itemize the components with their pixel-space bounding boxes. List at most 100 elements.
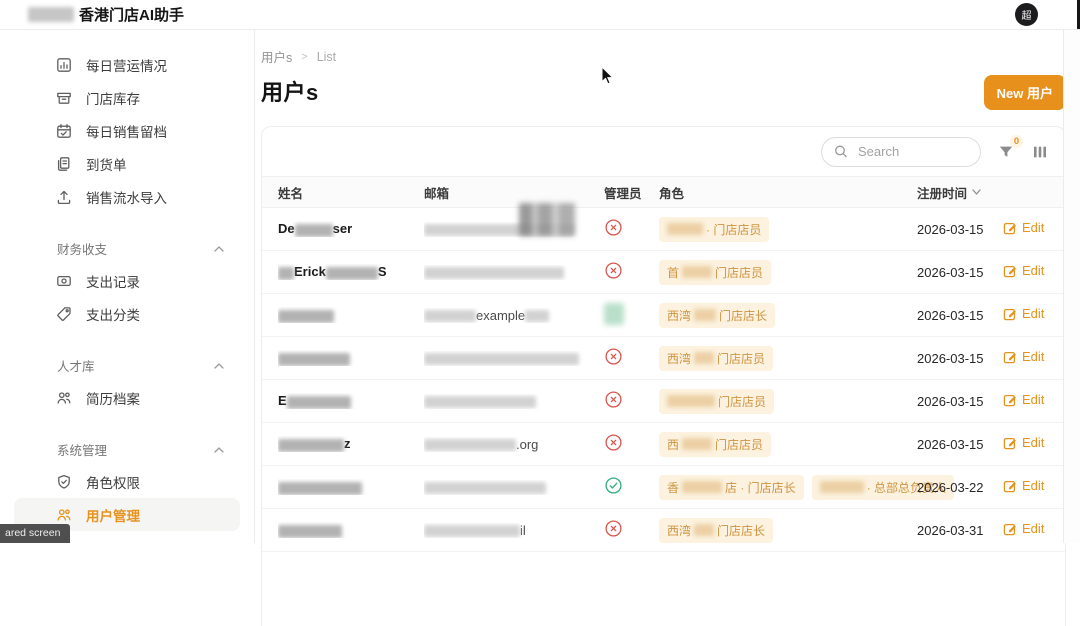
edit-pencil-icon [1003,436,1017,450]
registered-date: 2026-03-15 [917,394,984,409]
filter-button[interactable]: 0 [997,143,1015,161]
sidebar-section-title: 系统管理 [57,440,107,459]
column-header-email: 邮箱 [424,183,604,202]
column-header-role: 角色 [659,183,917,202]
user-avatar[interactable]: 超 [1015,3,1038,26]
registered-date: 2026-03-15 [917,222,984,237]
upload-icon [55,188,73,206]
sidebar-item-daily-operations[interactable]: 每日营运情况 [14,48,240,81]
role-badge: 首门店店员 [659,260,771,285]
scrollbar-gutter[interactable] [1063,30,1080,543]
edit-pencil-icon [1003,522,1017,536]
sidebar-item-role-permissions[interactable]: 角色权限 [14,465,240,498]
sort-chevron-down-icon [972,189,981,195]
sidebar-section-finance[interactable]: 财务收支 [14,239,240,258]
sidebar-item-arrival-notes[interactable]: 到货单 [14,147,240,180]
search-input[interactable] [856,143,968,160]
table-toolbar: 0 [262,127,1065,176]
redacted-name [278,525,342,538]
registered-date: 2026-03-31 [917,523,984,538]
column-header-registered[interactable]: 注册时间 [917,183,1003,202]
admin-cross-icon [604,390,623,409]
new-user-button[interactable]: New 用户 [984,75,1066,110]
redacted-store-name [694,524,714,536]
filter-count-badge: 0 [1010,135,1023,148]
edit-button[interactable]: Edit [1003,220,1044,235]
sidebar-item-label: 销售流水导入 [86,187,167,207]
edit-button[interactable]: Edit [1003,263,1044,278]
sidebar-item-label: 支出分类 [86,304,140,324]
sidebar-item-store-inventory[interactable]: 门店库存 [14,81,240,114]
redacted-email [424,310,476,322]
edit-button[interactable]: Edit [1003,435,1044,450]
sidebar-item-expense-categories[interactable]: 支出分类 [14,297,240,330]
admin-cross-icon [604,261,623,280]
role-badge: 西湾门店店长 [659,518,773,543]
calendar-icon [55,122,73,140]
redacted-name [295,224,333,237]
edit-button[interactable]: Edit [1003,349,1044,364]
admin-cross-icon [604,433,623,452]
sidebar: 每日营运情况 门店库存 每日销售留档 到货单 销售流水导入 财务收支 支出记录 [0,30,255,543]
redacted-overlay [519,203,575,236]
table-row: example 西湾门店店长 2026-03-15 Edit [262,294,1065,337]
table-row: Deser · 门店店员 2026-03-15 Edit [262,208,1065,251]
role-badge: · 门店店员 [659,217,769,242]
edit-button[interactable]: Edit [1003,478,1044,493]
edit-button[interactable]: Edit [1003,392,1044,407]
table-header-row: 姓名 邮箱 管理员 角色 注册时间 [262,176,1065,208]
redacted-name [287,396,351,409]
chevron-up-icon [214,246,224,252]
admin-check-icon [604,476,623,495]
users-table-card: 0 姓名 邮箱 管理员 角色 注册时间 Deser [261,126,1066,626]
role-badge: 香店 · 门店店长 [659,475,804,500]
receipt-icon [55,155,73,173]
registered-date: 2026-03-15 [917,308,984,323]
edit-pencil-icon [1003,307,1017,321]
redacted-name [278,267,294,280]
registered-date: 2026-03-22 [917,480,984,495]
sidebar-item-label: 用户管理 [86,505,140,525]
redacted-store-name [667,395,715,407]
tag-icon [55,305,73,323]
sidebar-item-resume-archive[interactable]: 简历档案 [14,381,240,414]
role-badge: 西湾门店店长 [659,303,775,328]
edit-pencil-icon [1003,479,1017,493]
column-header-admin: 管理员 [604,183,659,202]
registered-date: 2026-03-15 [917,265,984,280]
redacted-store-name [682,438,712,450]
shield-icon [55,473,73,491]
columns-icon[interactable] [1031,143,1049,161]
admin-cross-icon [604,218,623,237]
breadcrumb-current: List [317,50,336,64]
table-row: il 西湾门店店长 2026-03-31 Edit [262,509,1065,552]
edit-pencil-icon [1003,221,1017,235]
column-header-name: 姓名 [278,183,424,202]
redacted-name [278,482,362,495]
sidebar-section-system[interactable]: 系统管理 [14,440,240,459]
mouse-cursor [601,66,615,91]
redacted-name [278,353,350,366]
expense-record-icon [55,272,73,290]
redacted-store-name [694,309,716,321]
breadcrumb: 用户s > List [261,47,1066,66]
sidebar-item-label: 每日销售留档 [86,121,167,141]
sidebar-item-sales-import[interactable]: 销售流水导入 [14,180,240,213]
search-box[interactable] [821,137,981,167]
sidebar-section-title: 财务收支 [57,239,107,258]
edit-pencil-icon [1003,350,1017,364]
role-badge: 门店店员 [659,389,774,414]
chevron-up-icon [214,447,224,453]
edit-button[interactable]: Edit [1003,306,1044,321]
breadcrumb-root[interactable]: 用户s [261,47,292,66]
sidebar-item-label: 门店库存 [86,88,140,108]
breadcrumb-separator: > [301,51,307,63]
redacted-store-name [667,223,703,235]
sidebar-section-talent[interactable]: 人才库 [14,356,240,375]
redacted-email [424,353,579,365]
sidebar-item-expense-records[interactable]: 支出记录 [14,264,240,297]
role-badge: 西湾门店店员 [659,346,773,371]
sidebar-item-daily-sales-archive[interactable]: 每日销售留档 [14,114,240,147]
main-content: 用户s > List 用户s New 用户 0 [255,30,1080,543]
edit-button[interactable]: Edit [1003,521,1044,536]
